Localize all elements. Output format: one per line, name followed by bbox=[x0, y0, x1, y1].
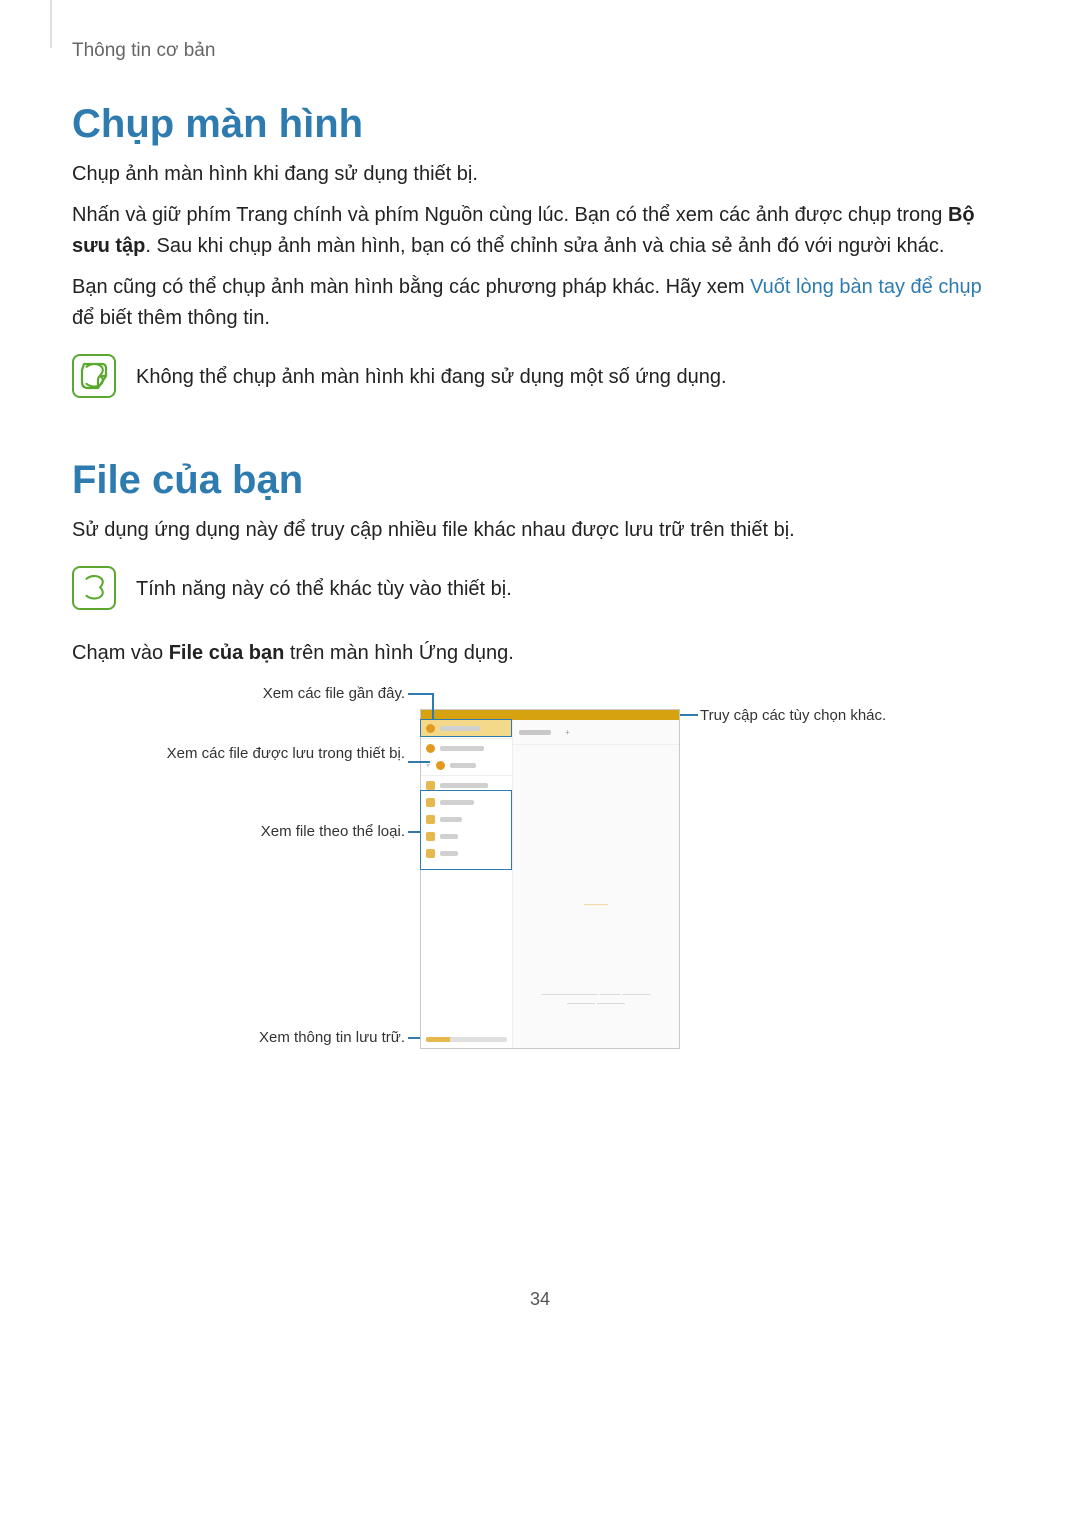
outline-cats bbox=[420, 790, 512, 870]
text: Bạn cũng có thể chụp ảnh màn hình bằng c… bbox=[72, 276, 750, 298]
content-bottom-text: ———————— ——— ———————— ———— bbox=[523, 991, 669, 1008]
sb-device bbox=[421, 740, 512, 757]
paragraph: Chạm vào File của bạn trên màn hình Ứng … bbox=[72, 638, 1008, 669]
breadcrumb: Thông tin cơ bản bbox=[72, 40, 1008, 62]
text: Nhấn và giữ phím Trang chính và phím Ngu… bbox=[72, 204, 948, 226]
device-content: + ——— ———————— ——— ———————— ———— bbox=[513, 720, 679, 1048]
note-icon bbox=[72, 566, 116, 610]
text: để biết thêm thông tin. bbox=[72, 307, 270, 329]
outline-recent bbox=[420, 719, 512, 737]
page-edge-decoration bbox=[50, 0, 52, 48]
paragraph: Bạn cũng có thể chụp ảnh màn hình bằng c… bbox=[72, 272, 1008, 334]
text: trên màn hình Ứng dụng. bbox=[284, 642, 513, 664]
paragraph: Sử dụng ứng dụng này để truy cập nhiều f… bbox=[72, 515, 1008, 546]
paragraph: Nhấn và giữ phím Trang chính và phím Ngu… bbox=[72, 200, 1008, 262]
content-tab bbox=[519, 730, 551, 735]
link-palm-swipe[interactable]: Vuốt lòng bàn tay để chụp bbox=[750, 276, 982, 298]
text-bold: File của bạn bbox=[169, 642, 285, 664]
callout-options: Truy cập các tùy chọn khác. bbox=[700, 707, 920, 724]
leader bbox=[408, 693, 432, 695]
leader bbox=[432, 693, 434, 719]
device-mock: ▾ + ——— ———————— ——— ———————— ———— bbox=[420, 709, 680, 1049]
sb-storage-bar bbox=[426, 1037, 507, 1042]
outline-options bbox=[670, 709, 680, 719]
note-icon bbox=[72, 354, 116, 398]
callout-category: Xem file theo thể loại. bbox=[150, 823, 405, 840]
heading-myfiles: File của bạn bbox=[72, 458, 1008, 503]
callout-recent: Xem các file gần đây. bbox=[150, 685, 405, 702]
figure-myfiles: ▾ + ——— ———————— ——— ———————— ———— bbox=[150, 689, 930, 1069]
heading-screenshot: Chụp màn hình bbox=[72, 102, 1008, 147]
note-text: Tính năng này có thể khác tùy vào thiết … bbox=[136, 566, 512, 605]
callout-storage: Xem thông tin lưu trữ. bbox=[150, 1029, 405, 1046]
leader bbox=[408, 1037, 420, 1039]
callout-device: Xem các file được lưu trong thiết bị. bbox=[150, 745, 405, 762]
content-tab-plus: + bbox=[565, 728, 570, 737]
device-sidebar: ▾ bbox=[421, 720, 513, 1048]
leader bbox=[408, 761, 430, 763]
sb-device2: ▾ bbox=[421, 757, 512, 774]
text: . Sau khi chụp ảnh màn hình, bạn có thể … bbox=[145, 235, 944, 257]
leader bbox=[680, 714, 698, 716]
content-placeholder: ——— bbox=[513, 900, 679, 909]
page-number: 34 bbox=[72, 1289, 1008, 1310]
leader bbox=[408, 831, 420, 833]
text: Chạm vào bbox=[72, 642, 169, 664]
note-text: Không thể chụp ảnh màn hình khi đang sử … bbox=[136, 354, 727, 393]
paragraph: Chụp ảnh màn hình khi đang sử dụng thiết… bbox=[72, 159, 1008, 190]
